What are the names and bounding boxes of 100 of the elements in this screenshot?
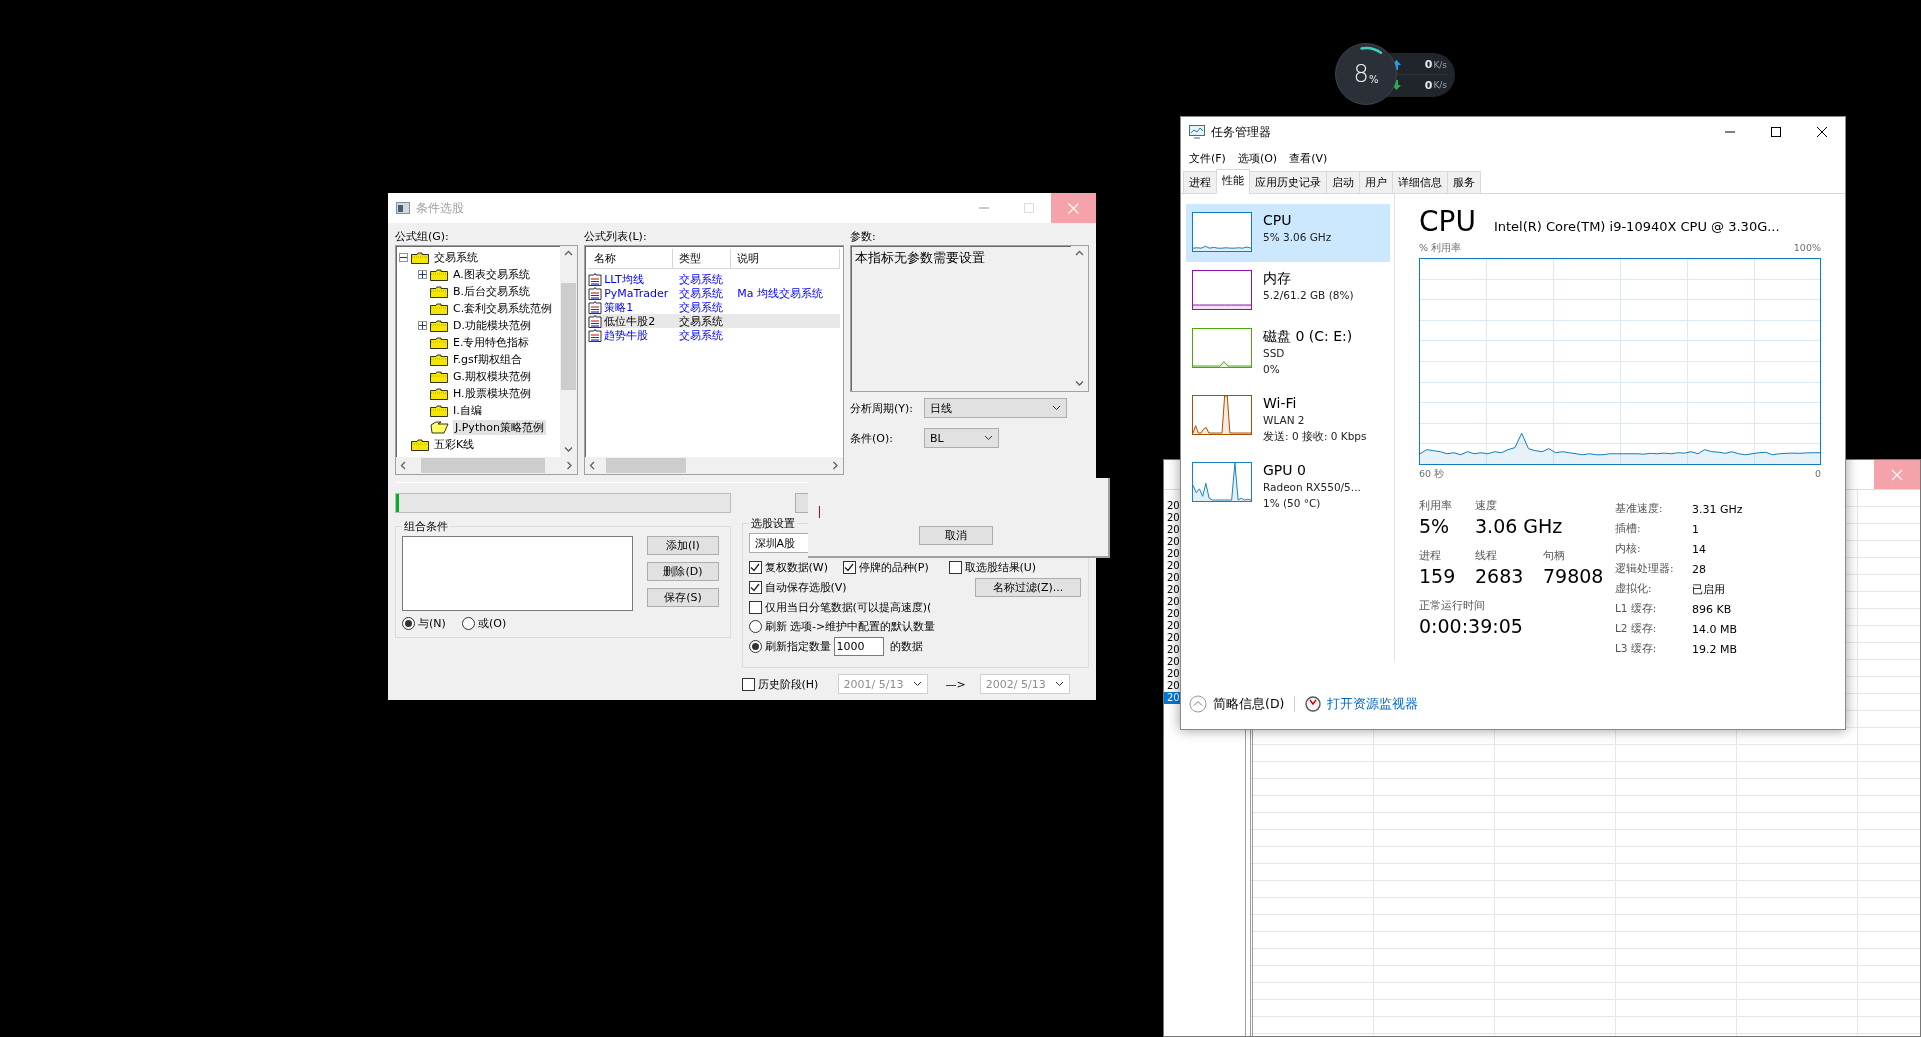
tree-item[interactable]: 交易系统: [432, 250, 480, 265]
period-select[interactable]: 日线: [924, 398, 1068, 418]
maximize-icon: [1771, 127, 1781, 137]
collapse-icon[interactable]: [399, 253, 408, 262]
formula-icon: [588, 272, 603, 286]
list-item[interactable]: 20: [1164, 536, 1180, 548]
spec-label: 插槽:: [1615, 522, 1641, 536]
checkbox[interactable]: [842, 560, 856, 574]
list-item[interactable]: 20: [1164, 692, 1180, 704]
list-item[interactable]: 20: [1164, 680, 1180, 692]
action-button[interactable]: 删除(D): [647, 562, 719, 581]
list-row[interactable]: PyMaTrader 交易系统 Ma 均线交易系统: [588, 286, 841, 300]
tab[interactable]: 详细信息: [1392, 171, 1448, 194]
stat-value: 159: [1419, 564, 1456, 589]
folder-icon: [430, 336, 448, 349]
menu-item[interactable]: 文件(F): [1183, 148, 1232, 168]
tree-item[interactable]: C.套利交易系统范例: [451, 301, 555, 316]
folder-icon: [430, 370, 448, 383]
tab[interactable]: 服务: [1447, 171, 1481, 194]
checkbox[interactable]: [741, 677, 755, 691]
radio-button[interactable]: [462, 616, 475, 630]
tree-item[interactable]: 五彩K线: [432, 437, 477, 452]
list-row[interactable]: 策略1 交易系统: [588, 300, 841, 314]
tree-item[interactable]: B.后台交易系统: [451, 284, 533, 299]
device-item[interactable]: 磁盘 0 (C: E:) SSD 0%: [1186, 320, 1390, 387]
device-item[interactable]: Wi-Fi WLAN 2 发送: 0 接收: 0 Kbps: [1186, 387, 1390, 454]
tab[interactable]: 启动: [1326, 171, 1360, 194]
column-header[interactable]: 说明: [731, 249, 841, 268]
list-item[interactable]: 20: [1164, 596, 1180, 608]
list-item[interactable]: 20: [1164, 644, 1180, 656]
horizontal-scrollbar[interactable]: [396, 457, 578, 474]
list-row[interactable]: LLT均线 交易系统: [588, 272, 841, 286]
list-item[interactable]: 20: [1164, 608, 1180, 620]
list-row[interactable]: 低位牛股2 交易系统: [588, 314, 841, 328]
tree-item[interactable]: H.股票模块范例: [451, 386, 533, 401]
list-item[interactable]: 20: [1164, 668, 1180, 680]
list-item[interactable]: 20: [1164, 560, 1180, 572]
vertical-scrollbar[interactable]: [560, 246, 578, 457]
scrollbar-thumb[interactable]: [561, 283, 577, 390]
radio-button[interactable]: [748, 619, 762, 633]
chevron-up-icon[interactable]: [1189, 695, 1207, 713]
list-item[interactable]: 20: [1164, 620, 1180, 632]
list-item[interactable]: 20: [1164, 500, 1180, 512]
filter-button[interactable]: 名称过滤(Z)...: [975, 577, 1081, 597]
formula-type: 交易系统: [679, 327, 724, 343]
list-item[interactable]: 20: [1164, 548, 1180, 560]
list-item[interactable]: 20: [1164, 524, 1180, 536]
menu-item[interactable]: 查看(V): [1283, 148, 1334, 168]
tree-item[interactable]: I.自编: [451, 403, 484, 418]
tree-item[interactable]: A.图表交易系统: [451, 267, 532, 282]
formula-type: 交易系统: [679, 271, 724, 287]
column-header[interactable]: 名称: [588, 249, 674, 268]
count-input[interactable]: 1000: [833, 636, 884, 656]
list-row[interactable]: 趋势牛股 交易系统: [588, 328, 841, 342]
stat-label: 速度: [1475, 499, 1497, 513]
scrollbar-thumb[interactable]: [421, 458, 545, 473]
radio-button[interactable]: [402, 616, 415, 630]
checkbox[interactable]: [748, 560, 762, 574]
conditions-box[interactable]: [402, 536, 633, 611]
tab[interactable]: 进程: [1183, 171, 1217, 194]
resource-monitor-link[interactable]: 打开资源监视器: [1327, 695, 1419, 713]
action-button[interactable]: 添加(I): [647, 536, 719, 555]
scrollbar-thumb[interactable]: [606, 458, 687, 473]
expand-icon[interactable]: [418, 321, 427, 330]
checkbox[interactable]: [748, 580, 762, 594]
list-item[interactable]: 20: [1164, 512, 1180, 524]
tab[interactable]: 性能: [1216, 169, 1250, 194]
tree-item[interactable]: D.功能模块范例: [451, 318, 533, 333]
device-item[interactable]: CPU 5% 3.06 GHz: [1186, 204, 1390, 262]
download-speed: 0: [1424, 78, 1433, 92]
tree-item[interactable]: G.期权模块范例: [451, 369, 534, 384]
list-item[interactable]: 20: [1164, 572, 1180, 584]
device-name: 磁盘 0 (C: E:): [1263, 328, 1353, 345]
menu-item[interactable]: 选项(O): [1231, 148, 1284, 168]
option-label: 停牌的品种(P): [858, 559, 929, 575]
tab[interactable]: 用户: [1359, 171, 1393, 194]
spec-value: 896 KB: [1692, 602, 1732, 616]
list-item[interactable]: 20: [1164, 632, 1180, 644]
tree-item[interactable]: F.gsf期权组合: [451, 352, 524, 367]
expand-icon[interactable]: [418, 270, 427, 279]
checkbox[interactable]: [748, 600, 762, 614]
stat-label: 正常运行时间: [1419, 599, 1485, 613]
cancel-button[interactable]: 取消: [919, 526, 993, 545]
device-item[interactable]: 内存 5.2/61.2 GB (8%): [1186, 262, 1390, 320]
action-button[interactable]: 保存(S): [647, 588, 719, 607]
tab[interactable]: 应用历史记录: [1249, 171, 1327, 194]
radio-button[interactable]: [748, 639, 762, 653]
chevron-down-icon: [984, 435, 994, 441]
device-item[interactable]: GPU 0 Radeon RX550/5... 1% (50 °C): [1186, 454, 1390, 521]
list-item[interactable]: 20: [1164, 584, 1180, 596]
fewer-details-button[interactable]: 简略信息(D): [1213, 695, 1285, 713]
monitor-icon: [1189, 125, 1205, 139]
tree-item[interactable]: J.Python策略范例: [453, 420, 546, 435]
tree-item[interactable]: E.专用特色指标: [451, 335, 532, 350]
column-header[interactable]: 类型: [673, 249, 732, 268]
close-icon: [1068, 202, 1079, 214]
checkbox[interactable]: [948, 560, 962, 574]
list-item[interactable]: 20: [1164, 656, 1180, 668]
condition-select[interactable]: BL: [924, 428, 1000, 448]
horizontal-scrollbar[interactable]: [585, 457, 844, 474]
